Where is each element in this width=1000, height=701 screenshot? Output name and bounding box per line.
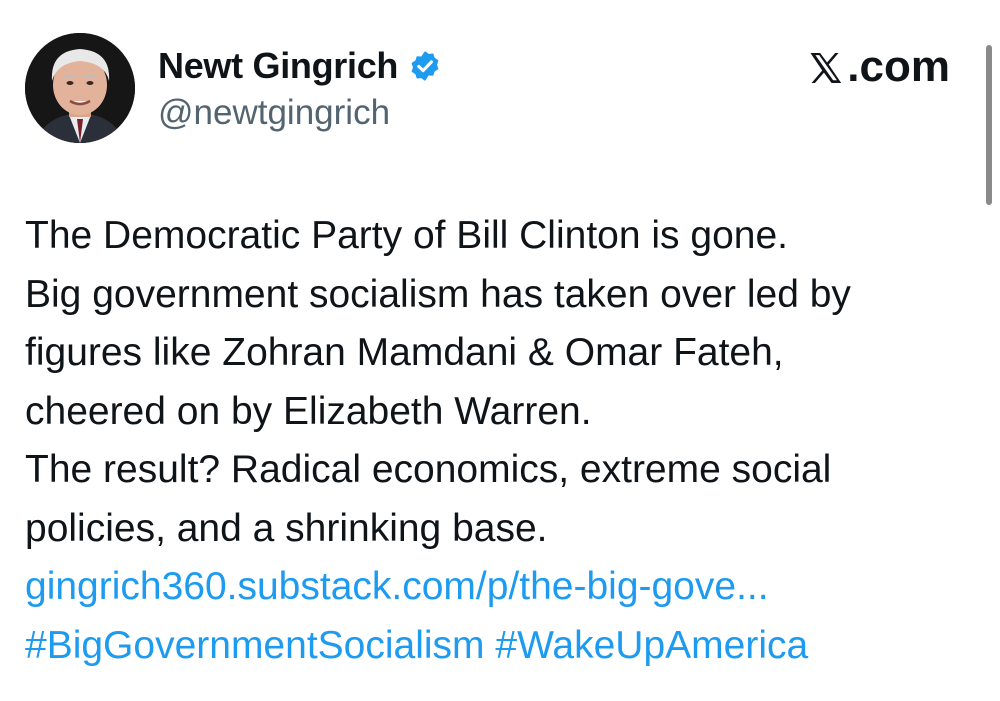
tweet-text-line: policies, and a shrinking base.: [25, 506, 548, 550]
profile-photo: [25, 33, 135, 143]
hashtag-link-wakeupamerica[interactable]: #WakeUpAmerica: [495, 624, 808, 667]
brand-suffix: .com: [847, 42, 950, 91]
tweet-text-line: The Democratic Party of Bill Clinton is …: [25, 214, 788, 257]
article-link[interactable]: gingrich360.substack.com/p/the-big-gove.…: [25, 558, 975, 617]
avatar[interactable]: [25, 33, 135, 143]
tweet-text-line: Big government socialism has taken over …: [25, 272, 851, 316]
tweet-text-line: figures like Zohran Mamdani & Omar Fateh…: [25, 331, 784, 374]
tweet-text-line: The result? Radical economics, extreme s…: [25, 448, 832, 491]
author-handle[interactable]: @newtgingrich: [158, 92, 390, 134]
tweet-text-line: cheered on by Elizabeth Warren.: [25, 389, 592, 433]
verified-badge-icon: [408, 49, 442, 83]
author-display-name[interactable]: Newt Gingrich: [158, 44, 398, 88]
scrollbar-thumb[interactable]: [986, 45, 992, 205]
brand-wordmark: .com: [807, 42, 950, 92]
author-name-row[interactable]: Newt Gingrich: [158, 44, 442, 88]
x-logo-icon: [807, 48, 845, 86]
tweet-text: The Democratic Party of Bill Clinton is …: [25, 207, 975, 675]
hashtag-link-biggovernmentsocialism[interactable]: #BigGovernmentSocialism: [25, 624, 485, 667]
